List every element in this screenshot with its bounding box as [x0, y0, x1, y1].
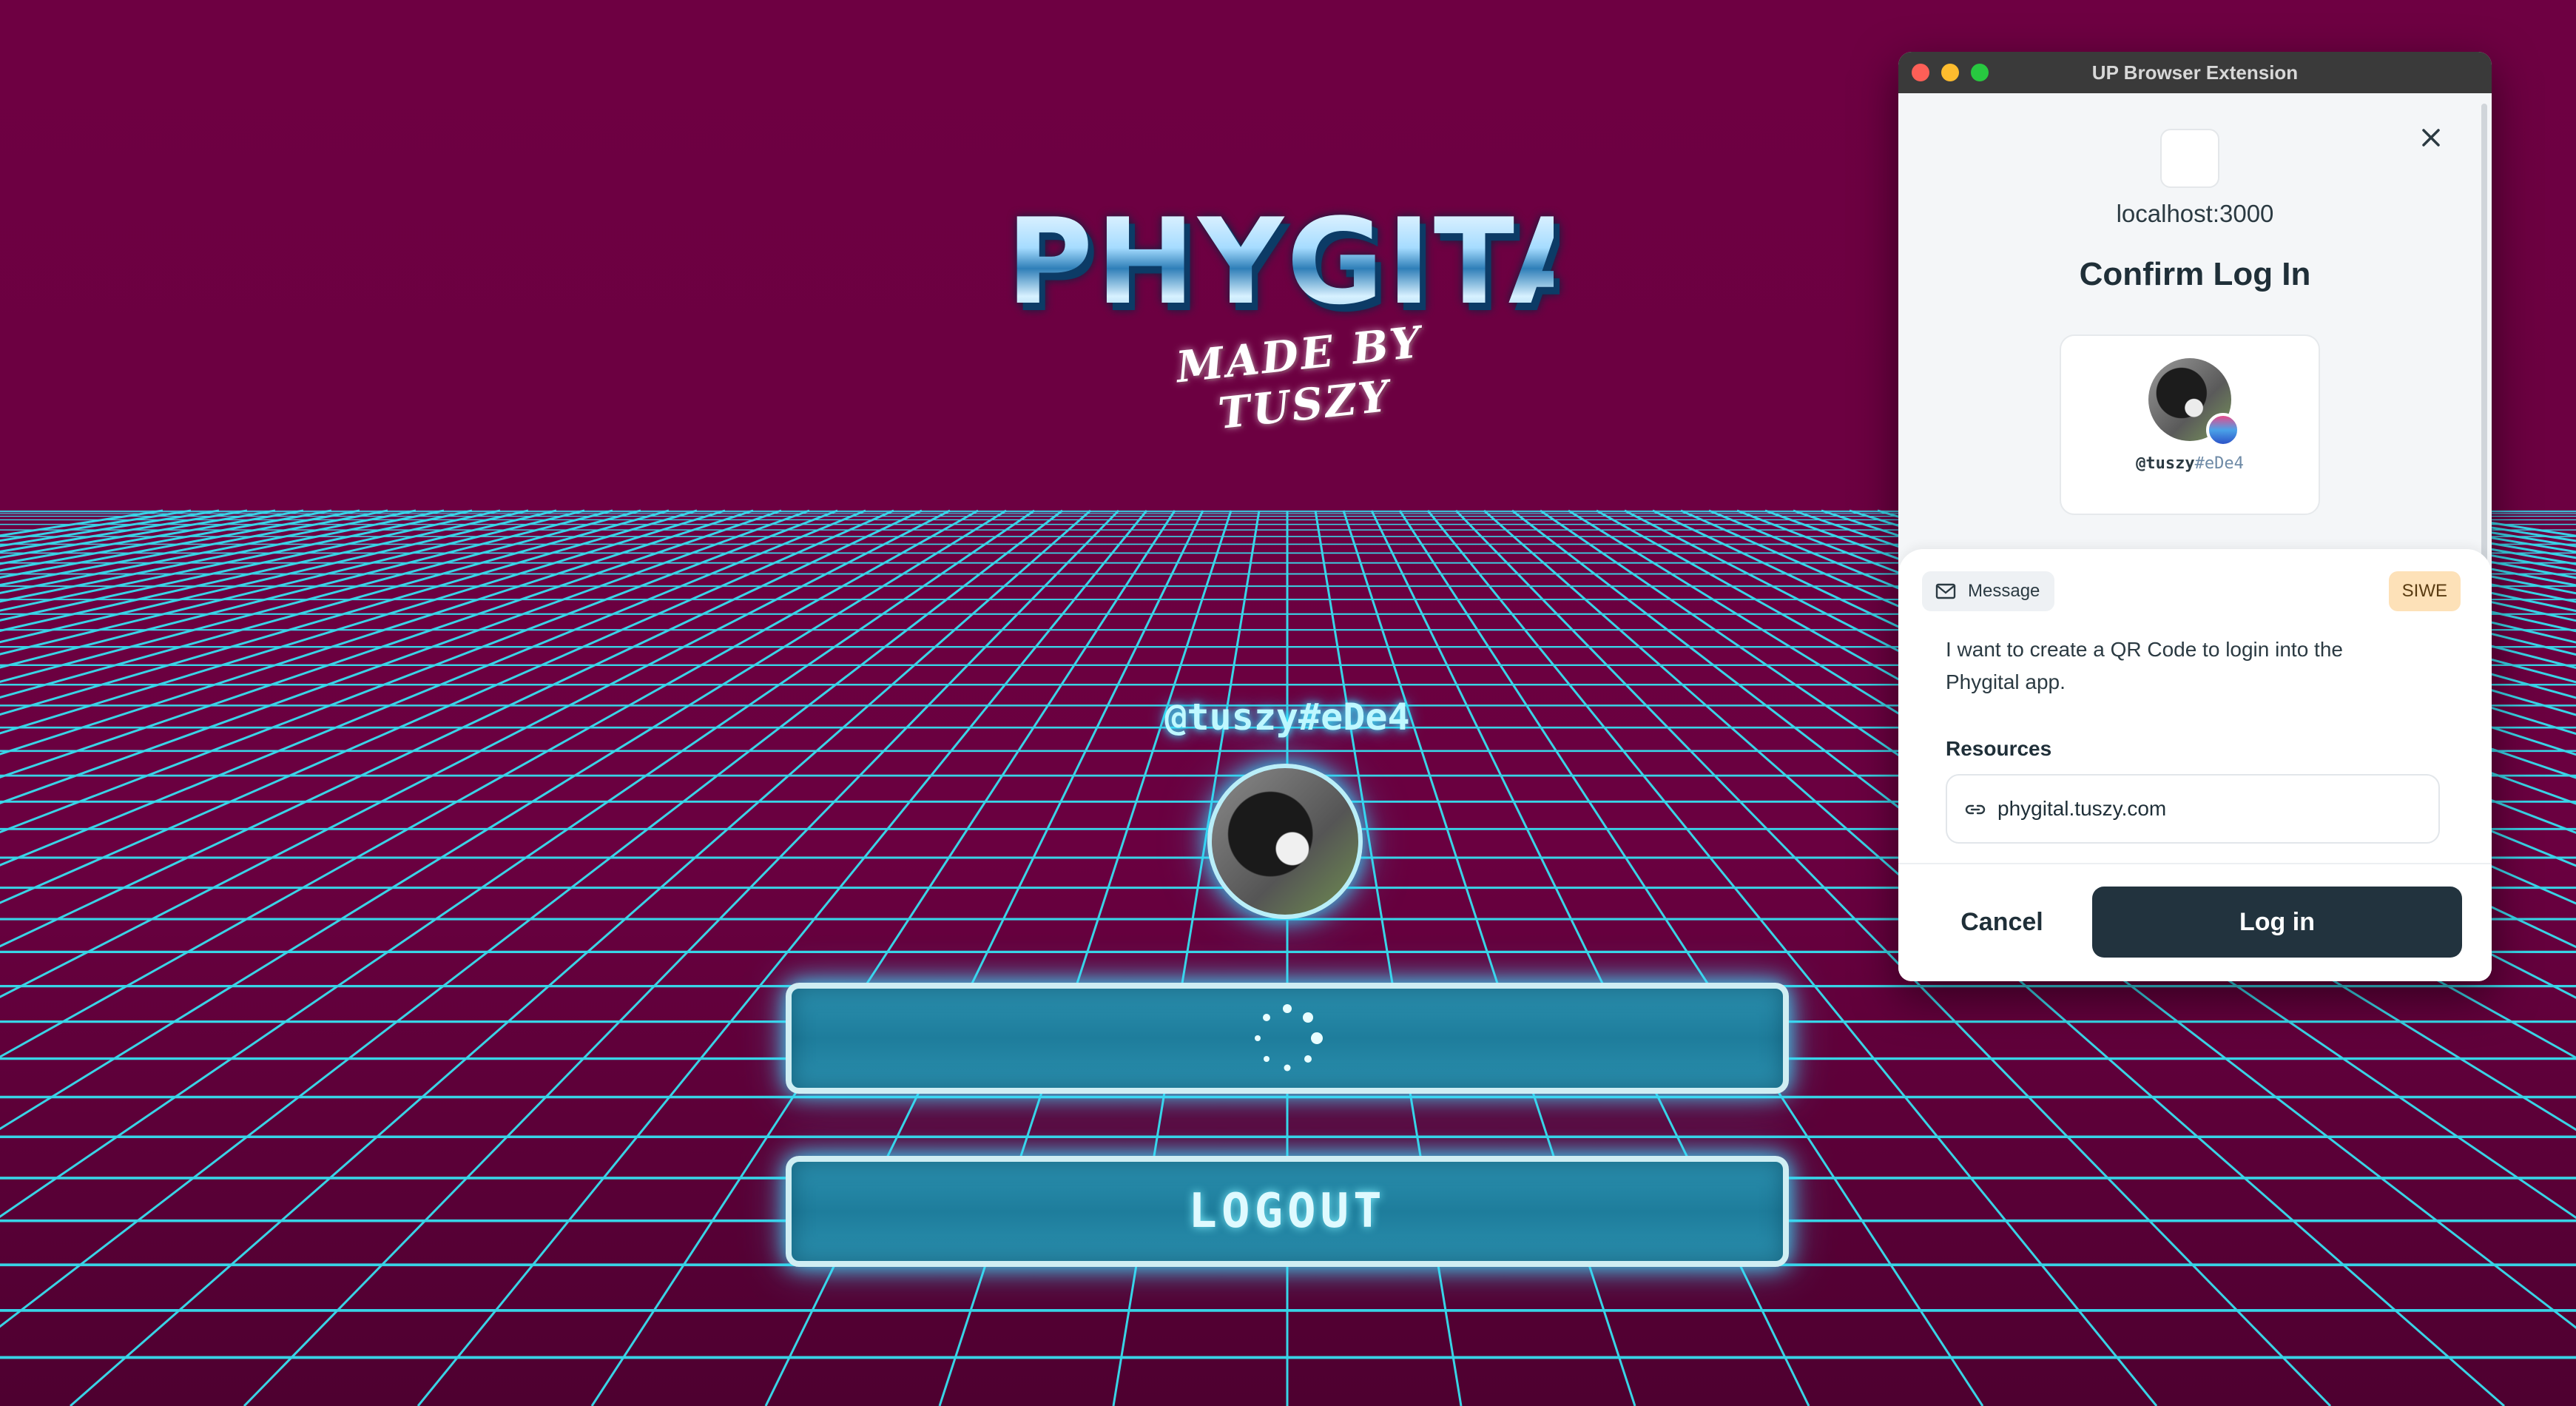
- message-chip: Message: [1922, 571, 2055, 611]
- siwe-badge: SIWE: [2388, 571, 2461, 611]
- login-button[interactable]: Log in: [2092, 887, 2462, 958]
- profile-username: @tuszy: [2136, 454, 2195, 473]
- resource-url: phygital.tuszy.com: [1997, 797, 2167, 820]
- logo-title: PHYGITAL: [1006, 192, 1682, 331]
- logout-button[interactable]: LOGOUT: [786, 1156, 1789, 1267]
- message-card: Message SIWE I want to create a QR Code …: [1898, 549, 2492, 897]
- logout-button-label: LOGOUT: [1188, 1184, 1386, 1239]
- create-qr-button[interactable]: [786, 983, 1789, 1094]
- logo-subtitle: MADE BY TUSZY: [1173, 316, 1426, 439]
- avatar: [1207, 764, 1363, 919]
- site-favicon: [2160, 129, 2219, 188]
- cancel-button[interactable]: Cancel: [1928, 887, 2076, 958]
- profile-tag: #eDe4: [2194, 454, 2244, 473]
- action-footer: Cancel Log in: [1898, 863, 2492, 981]
- resource-item[interactable]: phygital.tuszy.com: [1946, 774, 2440, 844]
- confirm-heading: Confirm Log In: [2079, 256, 2311, 292]
- profile-name: @tuszy#eDe4: [2061, 454, 2319, 473]
- profile-identicon: [2206, 413, 2240, 447]
- spinner-icon: [1255, 1004, 1323, 1072]
- resources-title: Resources: [1946, 737, 2052, 760]
- mail-icon: [1935, 583, 1956, 599]
- extension-window: UP Browser Extension localhost:3000 Conf…: [1898, 52, 2492, 981]
- window-titlebar: UP Browser Extension: [1898, 52, 2492, 93]
- message-text: I want to create a QR Code to login into…: [1946, 638, 2343, 693]
- message-chip-label: Message: [1968, 581, 2040, 601]
- link-icon: [1965, 804, 1986, 815]
- profile-card: @tuszy#eDe4: [2060, 334, 2320, 515]
- close-icon[interactable]: [2416, 123, 2446, 152]
- username-label: @tuszy#eDe4: [1164, 696, 1410, 739]
- site-host: localhost:3000: [2116, 200, 2274, 227]
- phygital-logo: PHYGITAL MADE BY TUSZY: [1006, 67, 1682, 481]
- window-title: UP Browser Extension: [2091, 61, 2299, 84]
